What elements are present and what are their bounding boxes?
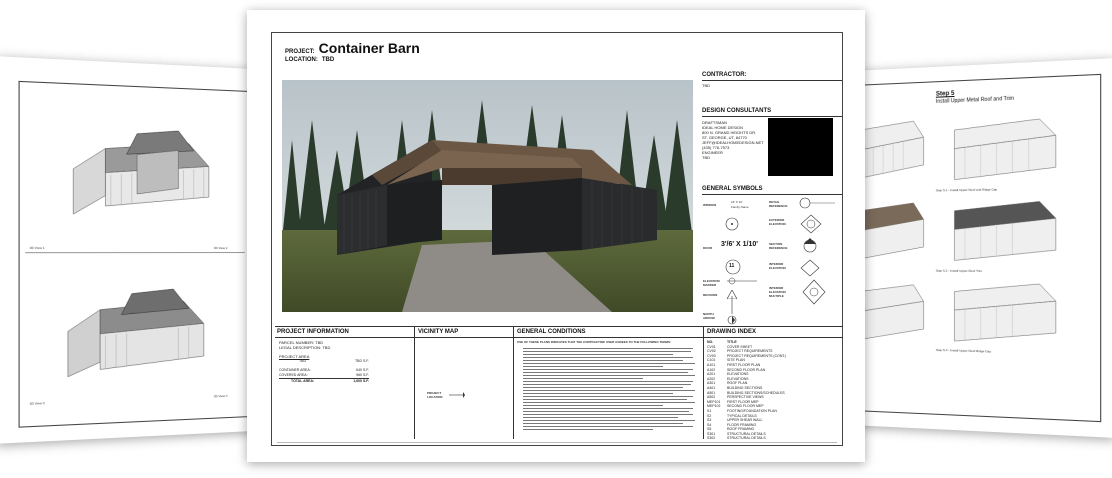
interior-elevation-multiple-label: INTERIOR ELEVATION MULTIPLE	[769, 286, 786, 298]
divider	[703, 327, 704, 439]
divider	[513, 327, 514, 439]
project-information-title: PROJECT INFORMATION	[277, 329, 349, 335]
design-consultants-title: DESIGN CONSULTANTS	[702, 108, 772, 114]
total-area-label: TOTAL AREA:	[291, 379, 315, 383]
project-info-block: PARCEL NUMBER: TBD LEGAL DESCRIPTION: TB…	[279, 340, 369, 384]
drawing-index-rows: CV01 COVER SHEET CV02 PROJECT REQUIREMENTS C…	[707, 345, 786, 441]
location-row: LOCATION: TBD	[285, 57, 334, 63]
divider	[275, 326, 843, 327]
divider	[25, 252, 245, 254]
detail-reference-icon	[799, 197, 835, 209]
divider	[702, 194, 842, 195]
section-reference-label: SECTION REFERENCE	[769, 242, 788, 250]
consultant-block: DRAFTSMAN IDEAL HOME DESIGN 800 N. GRAND…	[702, 120, 764, 160]
general-conditions-title: GENERAL CONDITIONS	[517, 329, 586, 335]
divider	[702, 116, 842, 117]
general-conditions-intro: USE OF THESE PLANS INDICATES THAT THE CO…	[517, 340, 672, 344]
window-symbol-label: WINDOW	[703, 203, 717, 207]
consultant-line: TBD	[702, 155, 710, 160]
sheet-number: S302	[707, 436, 716, 441]
door-tag: 3'/6' X 1/10'	[721, 241, 758, 248]
tbd-area-row: TBD TBD S.F.	[279, 359, 369, 364]
drawing-index-row: S302 STRUCTURAL DETAILS	[707, 436, 786, 441]
drawing-index-table: NO. TITLE CV01 COVER SHEET CV02 PROJECT REQU…	[707, 340, 786, 441]
view-label-1: 3D View 1	[29, 245, 45, 250]
total-area-value: 1,600 S.F.	[353, 379, 369, 383]
vicinity-map-title: VICINITY MAP	[418, 329, 459, 335]
step-title: Step 5	[935, 90, 955, 98]
divider	[414, 327, 415, 439]
covered-area-value: 960 S.F.	[356, 373, 369, 377]
right-drawing-sheet: Step 5 Install Upper Metal Roof and Trim…	[830, 58, 1112, 438]
barn-3d-view-icon	[57, 283, 214, 380]
step-caption-2: Step 5.2 - Install Upper Roof Trim	[935, 268, 983, 274]
sheet-title: STRUCTURAL DETAILS	[727, 436, 766, 441]
location-arrow-icon	[449, 392, 465, 398]
barn-rendering-image	[282, 80, 693, 312]
footer-line	[277, 442, 837, 443]
location-value: TBD	[321, 57, 335, 63]
detail-reference-label: DETAIL REFERENCE	[769, 200, 788, 208]
general-conditions-text	[523, 348, 695, 430]
elevation-marker-label: ELEVATION MARKER	[703, 279, 720, 287]
project-header: PROJECT: Container Barn	[285, 40, 420, 56]
window-tag: 16' X 10'	[731, 200, 743, 204]
legal-description: LEGAL DESCRIPTION: TBD	[279, 345, 331, 350]
window-sub: Family Name	[731, 205, 749, 209]
view-label-4: 3D View 4	[213, 393, 228, 399]
revision-number: 11	[729, 263, 735, 269]
exterior-elevation-icon	[800, 214, 822, 234]
location-label: LOCATION:	[285, 57, 318, 63]
exterior-elevation-label: EXTERIOR ELEVATION	[769, 218, 786, 226]
door-symbol-label: DOOR	[703, 246, 712, 250]
tbd-value: TBD S.F.	[354, 359, 369, 363]
project-name: Container Barn	[318, 40, 420, 56]
divider	[275, 337, 843, 338]
cover-sheet: PROJECT: Container Barn LOCATION: TBD CO…	[247, 10, 865, 462]
interior-elevation-multiple-icon	[802, 279, 826, 305]
view-label-3: 3D View 3	[29, 400, 45, 406]
general-symbols-title: GENERAL SYMBOLS	[702, 186, 763, 192]
barn-3d-view-icon	[62, 121, 218, 218]
consultant-logo	[768, 118, 833, 176]
contractor-value: TBD	[702, 83, 710, 88]
covered-area-label: COVERED AREA:	[279, 373, 308, 377]
view-label-2: 3D View 2	[213, 245, 228, 250]
elevation-marker-icon	[727, 277, 757, 285]
project-label: PROJECT:	[285, 49, 315, 55]
north-arrow-label: NORTH ARROW	[703, 312, 715, 320]
north-arrow-icon	[727, 296, 737, 325]
elevation-target-icon	[725, 217, 739, 231]
interior-elevation-label: INTERIOR ELEVATION	[769, 262, 786, 270]
revision-label: REVISION	[703, 293, 718, 297]
assembly-steps-illustration	[844, 102, 1106, 382]
contractor-label: CONTRACTOR:	[702, 72, 747, 78]
section-reference-icon	[803, 238, 817, 253]
drawing-index-title: DRAWING INDEX	[707, 329, 757, 335]
interior-elevation-icon	[800, 259, 820, 277]
divider	[702, 80, 842, 81]
project-location-label: PROJECT LOCATION	[427, 391, 443, 399]
left-drawing-sheet: 3D View 1 3D View 2 3D View 3 3D View 4	[0, 56, 273, 444]
tbd-label: TBD	[299, 359, 306, 363]
total-area-row: TOTAL AREA: 1,600 S.F.	[279, 378, 369, 384]
